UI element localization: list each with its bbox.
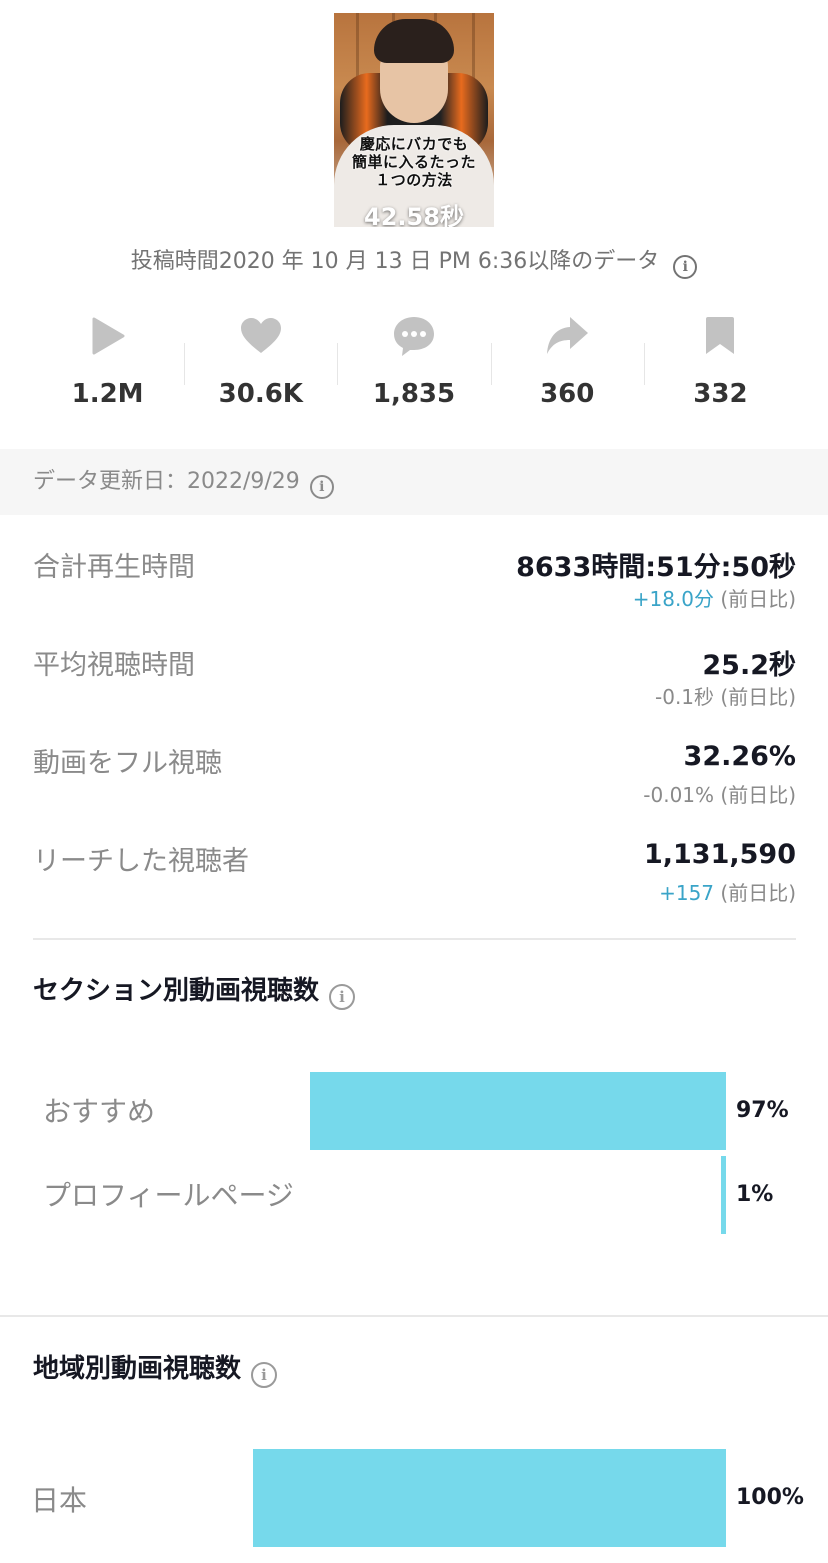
info-icon[interactable]: i (329, 984, 356, 1010)
video-thumbnail[interactable]: 慶応にバカでも 簡単に入るたった １つの方法 42.58秒 (334, 13, 494, 227)
bookmark-icon (704, 305, 736, 367)
bar-percent: 1% (736, 1182, 774, 1207)
comment-icon (392, 305, 436, 367)
metric-delta-suffix: (前日比) (714, 685, 796, 709)
section-views-title: セクション別動画視聴数 i (33, 970, 356, 1010)
metric-delta: +18.0分 (前日比) (633, 583, 796, 612)
thumbnail-caption-line: 簡単に入るたった (351, 153, 476, 171)
stat-likes: 30.6K (184, 305, 337, 425)
bar-fill (310, 1072, 726, 1150)
metric-delta-value: +157 (659, 881, 715, 905)
metric-delta: -0.1秒 (前日比) (655, 681, 796, 710)
metric-reached-viewers: リーチした視聴者 1,131,590 +157 (前日比) (33, 839, 796, 909)
metric-label: 合計再生時間 (33, 552, 195, 583)
metric-delta: +157 (前日比) (659, 877, 796, 906)
heart-icon (240, 305, 282, 367)
info-icon[interactable]: i (673, 255, 698, 279)
stat-comments: 1,835 (337, 305, 490, 425)
region-bar-row: 日本 100% (0, 1449, 828, 1547)
bar-fill (721, 1156, 726, 1234)
video-duration: 42.58秒 (364, 203, 464, 227)
thumbnail-caption-line: 慶応にバカでも (359, 135, 469, 153)
share-icon (545, 305, 589, 367)
metric-delta-suffix: (前日比) (714, 783, 796, 807)
stat-value: 30.6K (218, 379, 303, 409)
metric-total-playtime: 合計再生時間 8633時間:51分:50秒 +18.0分 (前日比) (33, 545, 796, 615)
metric-value: 25.2秒 (702, 650, 796, 681)
stat-value: 1,835 (372, 379, 456, 409)
metric-value: 32.26% (683, 741, 796, 772)
bar-label: 日本 (31, 1484, 88, 1517)
thumbnail-caption-line: １つの方法 (375, 171, 453, 189)
section-divider (0, 1315, 828, 1317)
posted-date-note: 投稿時間2020 年 10 月 13 日 PM 6:36以降のデータ i (0, 243, 828, 279)
engagement-stats: 1.2M 30.6K 1,835 360 332 (31, 305, 797, 425)
metric-label: 動画をフル視聴 (33, 748, 222, 779)
metric-delta-value: +18.0分 (632, 587, 715, 611)
stat-shares: 360 (490, 305, 644, 425)
thumbnail-caption: 慶応にバカでも 簡単に入るたった １つの方法 (334, 135, 494, 189)
bar-label: おすすめ (43, 1095, 156, 1128)
section-title-text: セクション別動画視聴数 (33, 976, 320, 1006)
metric-value: 8633時間:51分:50秒 (516, 552, 796, 583)
metric-label: リーチした視聴者 (33, 846, 249, 877)
stat-value: 360 (540, 379, 595, 409)
metric-delta: -0.01% (前日比) (643, 779, 796, 808)
section-divider (33, 938, 796, 940)
metric-delta-value: -0.1秒 (655, 685, 715, 709)
section-bar-row: おすすめ 97% (0, 1072, 828, 1150)
metric-full-watch: 動画をフル視聴 32.26% -0.01% (前日比) (33, 741, 796, 811)
play-icon (91, 305, 125, 367)
stat-saves: 332 (643, 305, 797, 425)
region-views-title: 地域別動画視聴数 i (33, 1348, 278, 1388)
bar-fill (253, 1449, 726, 1547)
metric-label: 平均視聴時間 (33, 650, 195, 681)
bar-percent: 100% (736, 1485, 804, 1510)
metric-delta-suffix: (前日比) (714, 881, 796, 905)
stat-value: 332 (693, 379, 748, 409)
data-updated-bar: データ更新日：2022/9/29 i (0, 449, 828, 515)
info-icon[interactable]: i (251, 1362, 278, 1388)
metric-delta-suffix: (前日比) (714, 587, 796, 611)
data-updated-text: データ更新日：2022/9/29 (33, 469, 300, 494)
metric-delta-value: -0.01% (643, 783, 715, 807)
thumbnail-person-hair (374, 19, 454, 63)
metric-average-watch-time: 平均視聴時間 25.2秒 -0.1秒 (前日比) (33, 643, 796, 713)
section-bar-row: プロフィールページ 1% (0, 1156, 828, 1234)
section-title-text: 地域別動画視聴数 (33, 1354, 242, 1384)
metric-value: 1,131,590 (643, 839, 796, 870)
posted-date-text: 投稿時間2020 年 10 月 13 日 PM 6:36以降のデータ (130, 249, 660, 274)
stat-value: 1.2M (71, 379, 144, 409)
info-icon[interactable]: i (309, 475, 334, 499)
bar-percent: 97% (736, 1098, 789, 1123)
bar-label: プロフィールページ (43, 1179, 294, 1212)
stat-plays: 1.2M (31, 305, 184, 425)
